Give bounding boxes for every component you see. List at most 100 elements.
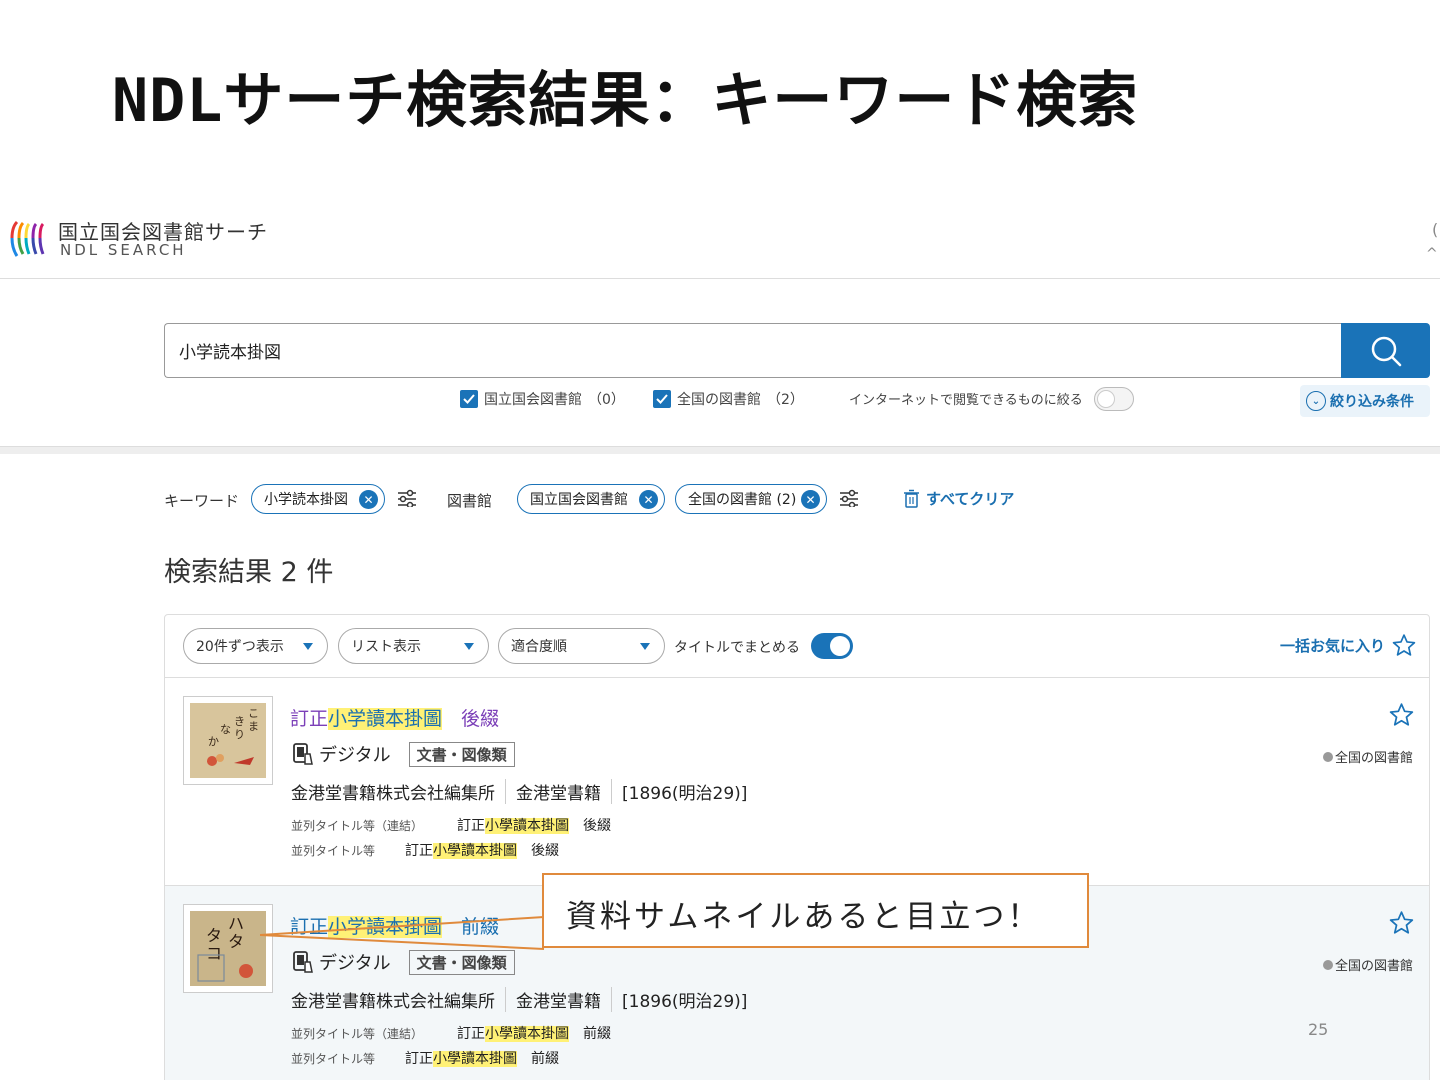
parallel-title-highlight: 小學讀本掛圖 [433,1051,517,1067]
results-panel: 20件ずつ表示 リスト表示 適合度順 タイトルでまとめる 一括お気に入り こ ま… [164,614,1430,1080]
svg-text:タ: タ [228,932,244,951]
internet-toggle-label: インターネットで閲覧できるものに絞る [849,393,1083,408]
svg-text:ま: ま [248,720,259,733]
favorite-star-icon[interactable] [1388,910,1415,936]
keyword-adjust-icon[interactable] [397,489,417,507]
result-date: [1896(明治29)] [611,779,757,804]
svg-text:な: な [220,723,231,736]
holding-badge: 全国の図書館 [1322,747,1413,766]
site-header: 国立国会図書館サーチ NDL SEARCH ( ^ [0,208,1440,279]
applied-facets: キーワード 小学読本掛図 ✕ 図書館 国立国会図書館 ✕ 全国の図書館 (2) … [0,480,1440,520]
result-author: 金港堂書籍株式会社編集所 [291,784,495,804]
holding-label: 全国の図書館 [1334,751,1413,766]
clear-all-label: すべてクリア [926,490,1015,508]
remove-library-all-icon[interactable]: ✕ [801,490,820,509]
result-media: デジタル 文書・図像類 [291,741,515,767]
bulk-favorite-label: 一括お気に入り [1279,637,1385,655]
search-button[interactable] [1341,323,1430,378]
remove-library-ndl-icon[interactable]: ✕ [639,490,658,509]
search-icon [1371,336,1402,367]
parallel-title: 並列タイトル等 訂正小學讀本掛圖 後綴 [291,840,559,860]
option-ndl[interactable]: 国立国会図書館 （0） [460,389,625,409]
digital-device-icon [293,743,313,765]
checkbox-checked-icon[interactable] [460,390,478,408]
library-chip-all[interactable]: 全国の図書館 (2) ✕ [675,484,827,514]
option-ndl-count: （0） [588,392,625,408]
view-value: リスト表示 [351,639,421,655]
result-thumbnail[interactable]: こ ま き り な か [183,696,273,785]
view-select[interactable]: リスト表示 [338,628,489,664]
result-item: こ ま き り な か 訂正小学讀本掛圖 後綴 デジタル 文書・図像類 金港堂書… [165,678,1429,886]
caret-down-icon [464,643,474,650]
parallel-title-suffix: 後綴 [569,818,611,834]
group-by-title-toggle[interactable] [811,633,853,659]
parallel-title-highlight: 小學讀本掛圖 [433,843,517,859]
caret-down-icon [303,643,313,650]
sort-value: 適合度順 [511,639,567,655]
per-page-value: 20件ずつ表示 [196,639,284,655]
result-date: [1896(明治29)] [611,987,757,1012]
logo-english-text[interactable]: NDL SEARCH [60,241,187,259]
result-metadata: 金港堂書籍株式会社編集所 金港堂書籍 [1896(明治29)] [291,779,757,804]
parallel-title-suffix: 前綴 [569,1026,611,1042]
svg-text:ハ: ハ [228,914,244,933]
library-chip-ndl-label: 国立国会図書館 [530,492,628,508]
filter-conditions-button[interactable]: ⌄ 絞り込み条件 [1300,385,1430,417]
result-title-link[interactable]: 訂正小学讀本掛圖 後綴 [290,704,499,731]
material-type-badge: 文書・図像類 [408,741,515,767]
results-toolbar: 20件ずつ表示 リスト表示 適合度順 タイトルでまとめる 一括お気に入り [165,615,1429,678]
bulk-favorite-button[interactable]: 一括お気に入り [1280,633,1417,658]
parallel-title-label: 並列タイトル等 [291,1052,376,1066]
filter-conditions-label: 絞り込み条件 [1330,394,1414,410]
internet-only-toggle[interactable] [1094,387,1134,411]
result-count-heading: 検索結果 2 件 [164,557,334,588]
parallel-title-label: 並列タイトル等（連結） [291,819,424,833]
result-title-highlight: 小学讀本掛圖 [328,708,443,730]
callout-pointer [260,916,545,950]
parallel-title-suffix: 前綴 [517,1051,559,1067]
parallel-title-highlight: 小學讀本掛圖 [485,1026,569,1042]
thumbnail-image: こ ま き り な か [190,703,266,778]
holding-label: 全国の図書館 [1334,959,1413,974]
slide-title: NDLサーチ検索結果：キーワード検索 [112,66,1139,136]
checkbox-checked-icon[interactable] [653,390,671,408]
keyword-chip[interactable]: 小学読本掛図 ✕ [251,484,385,514]
favorite-star-icon[interactable] [1388,702,1415,728]
parallel-title-linked: 並列タイトル等（連結） 訂正小學讀本掛圖 後綴 [291,815,611,835]
clear-all-button[interactable]: すべてクリア [903,488,1014,509]
svg-text:コ: コ [206,944,222,963]
library-adjust-icon[interactable] [839,489,859,507]
svg-text:り: り [234,728,245,741]
search-section: 国立国会図書館 （0） 全国の図書館 （2） インターネットで閲覧できるものに絞… [0,279,1440,447]
parallel-title-linked: 並列タイトル等（連結） 訂正小學讀本掛圖 前綴 [291,1023,611,1043]
result-author: 金港堂書籍株式会社編集所 [291,992,495,1012]
header-menu-icon[interactable]: ( [1432,220,1438,239]
svg-text:き: き [234,715,245,728]
option-ndl-label: 国立国会図書館 [484,392,582,408]
library-chip-ndl[interactable]: 国立国会図書館 ✕ [517,484,665,514]
callout-box: 資料サムネイルあると目立つ！ [542,873,1089,948]
parallel-title-highlight: 小學讀本掛圖 [485,818,569,834]
result-publisher: 金港堂書籍 [505,987,611,1012]
parallel-title-suffix: 後綴 [517,843,559,859]
parallel-title: 並列タイトル等 訂正小學讀本掛圖 前綴 [291,1048,559,1068]
keyword-chip-label: 小学読本掛図 [264,492,348,508]
chevron-down-icon: ⌄ [1306,391,1326,411]
search-input[interactable] [164,323,1342,378]
ndl-logo-icon[interactable] [6,216,50,260]
result-title-prefix: 訂正 [290,708,329,730]
remove-keyword-icon[interactable]: ✕ [359,490,378,509]
svg-text:か: か [208,735,219,748]
group-by-title-label: タイトルでまとめる [674,640,800,656]
trash-icon [904,489,919,508]
thumbnail-image: ハ タ タ コ [190,911,266,986]
sort-select[interactable]: 適合度順 [498,628,665,664]
per-page-select[interactable]: 20件ずつ表示 [183,628,328,664]
svg-text:こ: こ [248,707,259,720]
chevron-up-icon[interactable]: ^ [1426,246,1438,262]
parallel-title-prefix: 訂正 [405,843,433,859]
result-publisher: 金港堂書籍 [505,779,611,804]
parallel-title-prefix: 訂正 [405,1051,433,1067]
option-all-libraries-count: （2） [767,392,804,408]
option-all-libraries[interactable]: 全国の図書館 （2） [653,389,804,409]
